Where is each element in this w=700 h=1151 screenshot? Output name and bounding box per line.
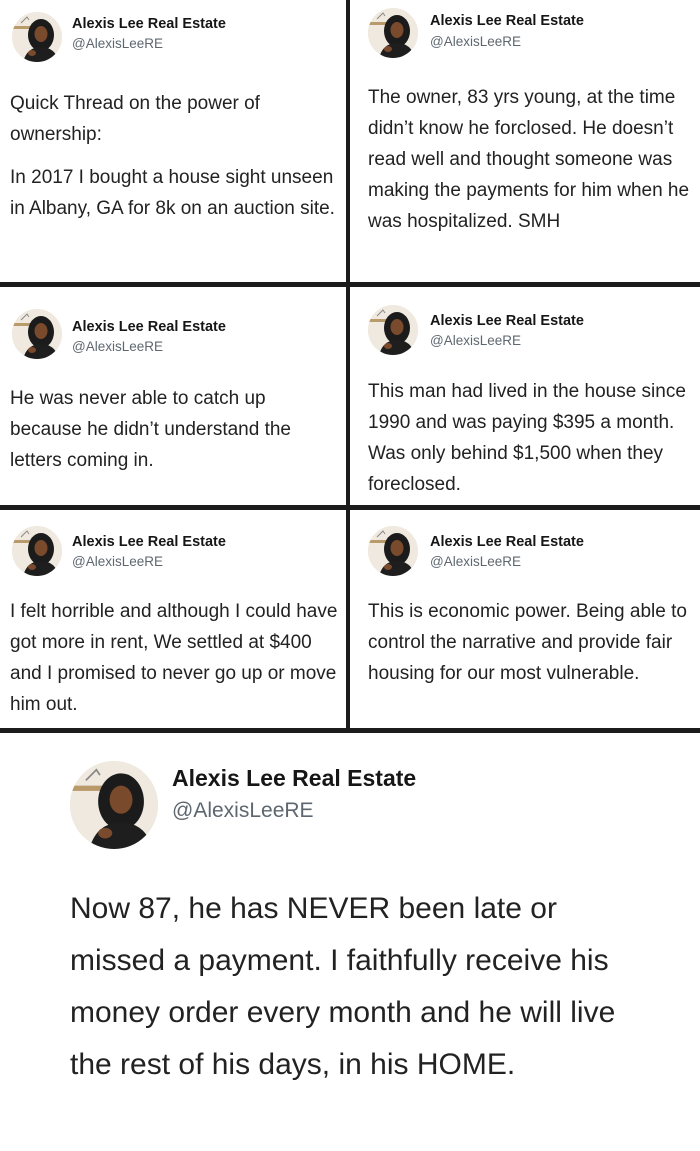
author-name[interactable]: Alexis Lee Real Estate: [72, 319, 226, 335]
author-handle[interactable]: @AlexisLeeRE: [430, 554, 521, 569]
author-name[interactable]: Alexis Lee Real Estate: [172, 765, 416, 792]
tweet-card-3[interactable]: Alexis Lee Real Estate @AlexisLeeRE He w…: [0, 287, 346, 505]
tweet-paragraph: The owner, 83 yrs young, at the time did…: [368, 87, 690, 232]
author-name[interactable]: Alexis Lee Real Estate: [430, 13, 584, 29]
tweet-paragraph: I felt horrible and although I could hav…: [10, 601, 338, 715]
author-name[interactable]: Alexis Lee Real Estate: [72, 534, 226, 550]
avatar[interactable]: [12, 526, 62, 576]
tweet-text: This man had lived in the house since 19…: [368, 376, 698, 500]
tweet-paragraph: In 2017 I bought a house sight unseen in…: [10, 167, 335, 219]
tweet-card-2[interactable]: Alexis Lee Real Estate @AlexisLeeRE The …: [350, 0, 700, 282]
tweet-card-4[interactable]: Alexis Lee Real Estate @AlexisLeeRE This…: [350, 287, 700, 505]
avatar[interactable]: [12, 309, 62, 359]
tweet-card-7[interactable]: Alexis Lee Real Estate @AlexisLeeRE Now …: [0, 733, 700, 1151]
author-name[interactable]: Alexis Lee Real Estate: [72, 16, 226, 32]
avatar[interactable]: [368, 526, 418, 576]
tweet-text: He was never able to catch up because he…: [10, 383, 340, 476]
author-handle[interactable]: @AlexisLeeRE: [72, 554, 163, 569]
tweet-paragraph: This man had lived in the house since 19…: [368, 381, 686, 495]
author-handle[interactable]: @AlexisLeeRE: [172, 799, 314, 823]
tweet-text: The owner, 83 yrs young, at the time did…: [368, 82, 696, 237]
tweet-card-1[interactable]: Alexis Lee Real Estate @AlexisLeeRE Quic…: [0, 0, 346, 282]
tweet-card-6[interactable]: Alexis Lee Real Estate @AlexisLeeRE This…: [350, 510, 700, 728]
author-name[interactable]: Alexis Lee Real Estate: [430, 313, 584, 329]
tweet-card-5[interactable]: Alexis Lee Real Estate @AlexisLeeRE I fe…: [0, 510, 346, 728]
avatar[interactable]: [368, 305, 418, 355]
author-name[interactable]: Alexis Lee Real Estate: [430, 534, 584, 550]
author-handle[interactable]: @AlexisLeeRE: [430, 333, 521, 348]
author-handle[interactable]: @AlexisLeeRE: [430, 34, 521, 49]
tweet-paragraph: This is economic power. Being able to co…: [368, 601, 687, 684]
author-handle[interactable]: @AlexisLeeRE: [72, 36, 163, 51]
tweet-text: This is economic power. Being able to co…: [368, 596, 694, 689]
avatar[interactable]: [12, 12, 62, 62]
tweet-paragraph: He was never able to catch up because he…: [10, 388, 291, 471]
avatar[interactable]: [70, 761, 158, 849]
tweet-text: Now 87, he has NEVER been late or missed…: [70, 883, 630, 1091]
author-handle[interactable]: @AlexisLeeRE: [72, 339, 163, 354]
tweet-paragraph: Now 87, he has NEVER been late or missed…: [70, 892, 616, 1081]
tweet-text: Quick Thread on the power of ownership: …: [10, 88, 340, 224]
tweet-text: I felt horrible and although I could hav…: [10, 596, 344, 720]
tweet-paragraph: Quick Thread on the power of ownership:: [10, 93, 260, 145]
avatar[interactable]: [368, 8, 418, 58]
